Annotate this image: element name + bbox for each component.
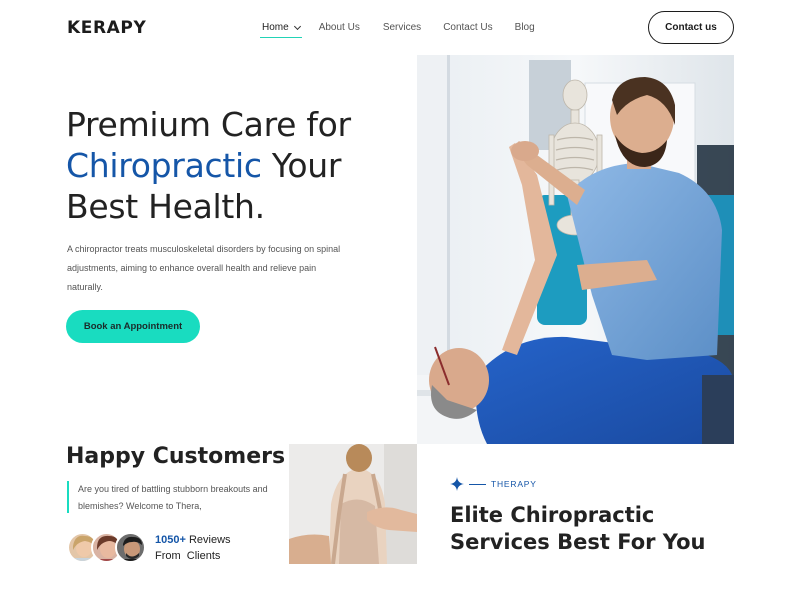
main-nav: Home About Us Services Contact Us Blog <box>260 21 535 39</box>
chevron-down-icon <box>293 22 301 31</box>
nav-item-label: Home <box>262 22 289 33</box>
happy-customers-text: Are you tired of battling stubborn break… <box>78 484 268 511</box>
contact-us-button[interactable]: Contact us <box>648 11 734 44</box>
hero-title-rest: Your <box>261 146 342 185</box>
nav-item-home[interactable]: Home <box>260 21 302 39</box>
hero-title-line3: Best Health. <box>66 187 265 226</box>
avatar <box>115 532 146 563</box>
hero-description: A chiropractor treats musculoskeletal di… <box>67 244 341 292</box>
elite-title-bold1: Chiropractic <box>510 503 655 527</box>
reviews-summary: 1050+ Reviews From Clients <box>155 532 231 564</box>
nav-item-blog[interactable]: Blog <box>515 21 535 39</box>
reviews-suffix: From Clients <box>155 550 221 562</box>
elite-title-light2: Best For You <box>549 530 706 554</box>
elite-title-bold2: Services <box>450 530 550 554</box>
accent-divider <box>67 481 69 513</box>
book-appointment-button[interactable]: Book an Appointment <box>66 310 200 343</box>
hero-title: Premium Care for Chiropractic Your Best … <box>66 104 351 227</box>
reviews-count: 1050+ <box>155 534 186 546</box>
hero-chiropractor-photo <box>417 55 734 444</box>
elite-title-light1: Elite <box>450 503 511 527</box>
hero-title-line1: Premium Care for <box>66 105 351 144</box>
therapy-label: THERAPY <box>491 479 537 489</box>
therapy-divider <box>469 484 486 485</box>
sparkle-star-icon <box>450 477 464 491</box>
nav-item-contact[interactable]: Contact Us <box>443 21 492 39</box>
nav-item-services[interactable]: Services <box>383 21 421 39</box>
nav-item-about[interactable]: About Us <box>319 21 360 39</box>
nav-item-label: About Us <box>318 22 360 33</box>
reviews-word: Reviews <box>188 534 231 546</box>
hero-title-accent: Chiropractic <box>66 146 262 185</box>
elite-services-title: Elite Chiropractic Services Best For You <box>450 502 705 556</box>
site-logo[interactable]: KERAPY <box>67 18 146 38</box>
nav-item-label: Services <box>382 22 422 33</box>
nav-item-label: Blog <box>514 22 535 33</box>
nav-item-label: Contact Us <box>443 22 493 33</box>
happy-customers-title: Happy Customers <box>66 444 286 469</box>
customer-avatars <box>67 532 147 564</box>
back-treatment-photo <box>289 444 417 564</box>
